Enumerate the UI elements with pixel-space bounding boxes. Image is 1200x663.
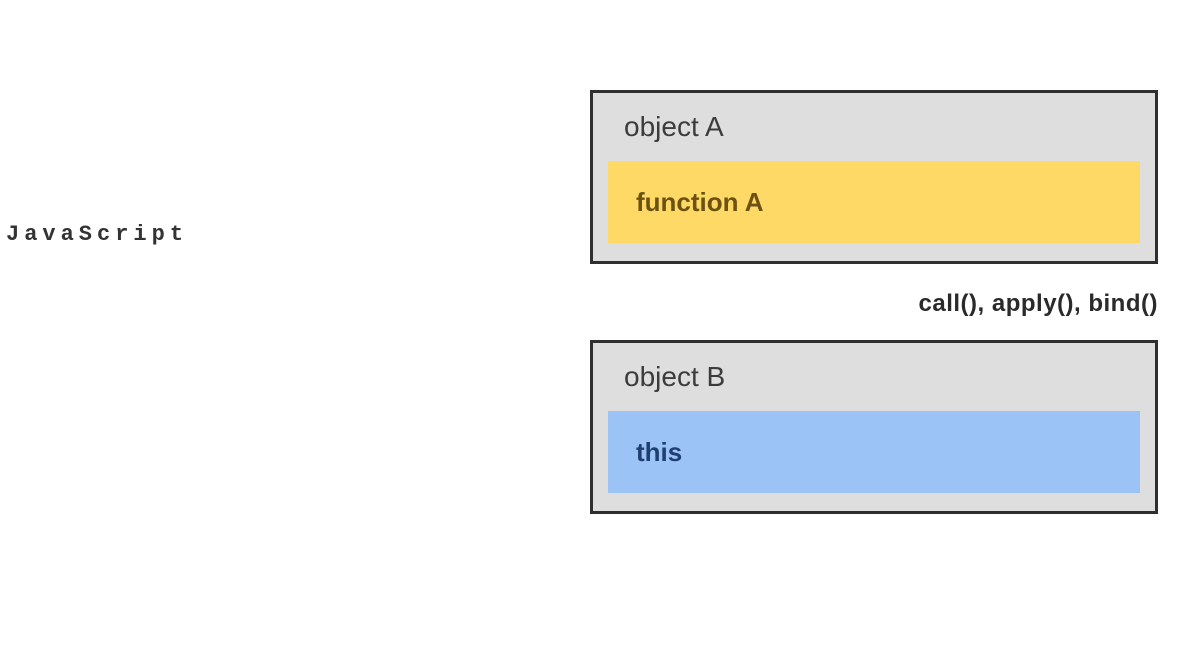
object-b-title: object B xyxy=(608,357,1140,393)
object-a-title: object A xyxy=(608,107,1140,143)
methods-label: call(), apply(), bind() xyxy=(590,290,1158,318)
object-a-box: object A function A xyxy=(590,90,1158,264)
function-a-label: function A xyxy=(636,187,764,218)
side-label: JavaScript xyxy=(6,222,188,247)
object-b-box: object B this xyxy=(590,340,1158,514)
this-label: this xyxy=(636,437,682,468)
diagram-area: object A function A call(), apply(), bin… xyxy=(590,90,1158,514)
this-box: this xyxy=(608,411,1140,493)
function-a-box: function A xyxy=(608,161,1140,243)
